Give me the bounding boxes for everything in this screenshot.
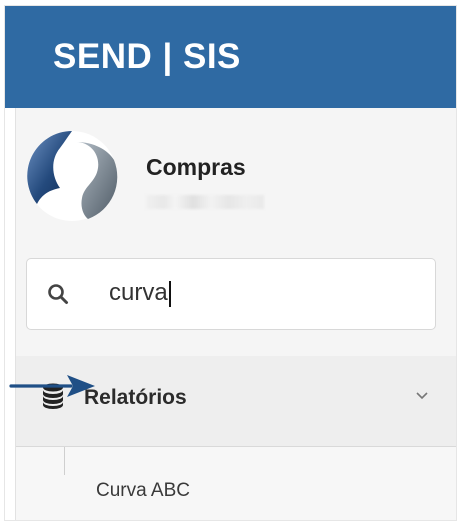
brand-title: SEND | SIS [53,37,241,76]
chevron-down-icon[interactable] [414,388,430,404]
text-caret [168,280,171,307]
app-frame: SEND | SIS Compras curva Relatórios Curv… [5,6,456,520]
menu-search-input[interactable]: curva [26,258,436,330]
menu-section-label: Relatórios [84,386,187,409]
menu-section-relatorios[interactable]: Relatórios [16,356,456,447]
header-bar: SEND | SIS [5,6,456,108]
sidebar: Compras curva Relatórios Curva ABC [15,108,456,520]
menu-item-label: Curva ABC [96,480,190,501]
profile-subtitle [146,195,264,209]
profile-panel: Compras [26,120,426,230]
search-icon [48,284,68,304]
search-text: curva [109,279,168,306]
search-value[interactable]: curva [109,279,171,307]
logo-icon [27,131,118,221]
tree-guide-line [64,447,65,475]
profile-title: Compras [146,154,246,180]
arrow-right-icon [9,375,95,397]
menu-item-curva-abc[interactable]: Curva ABC [16,447,456,520]
